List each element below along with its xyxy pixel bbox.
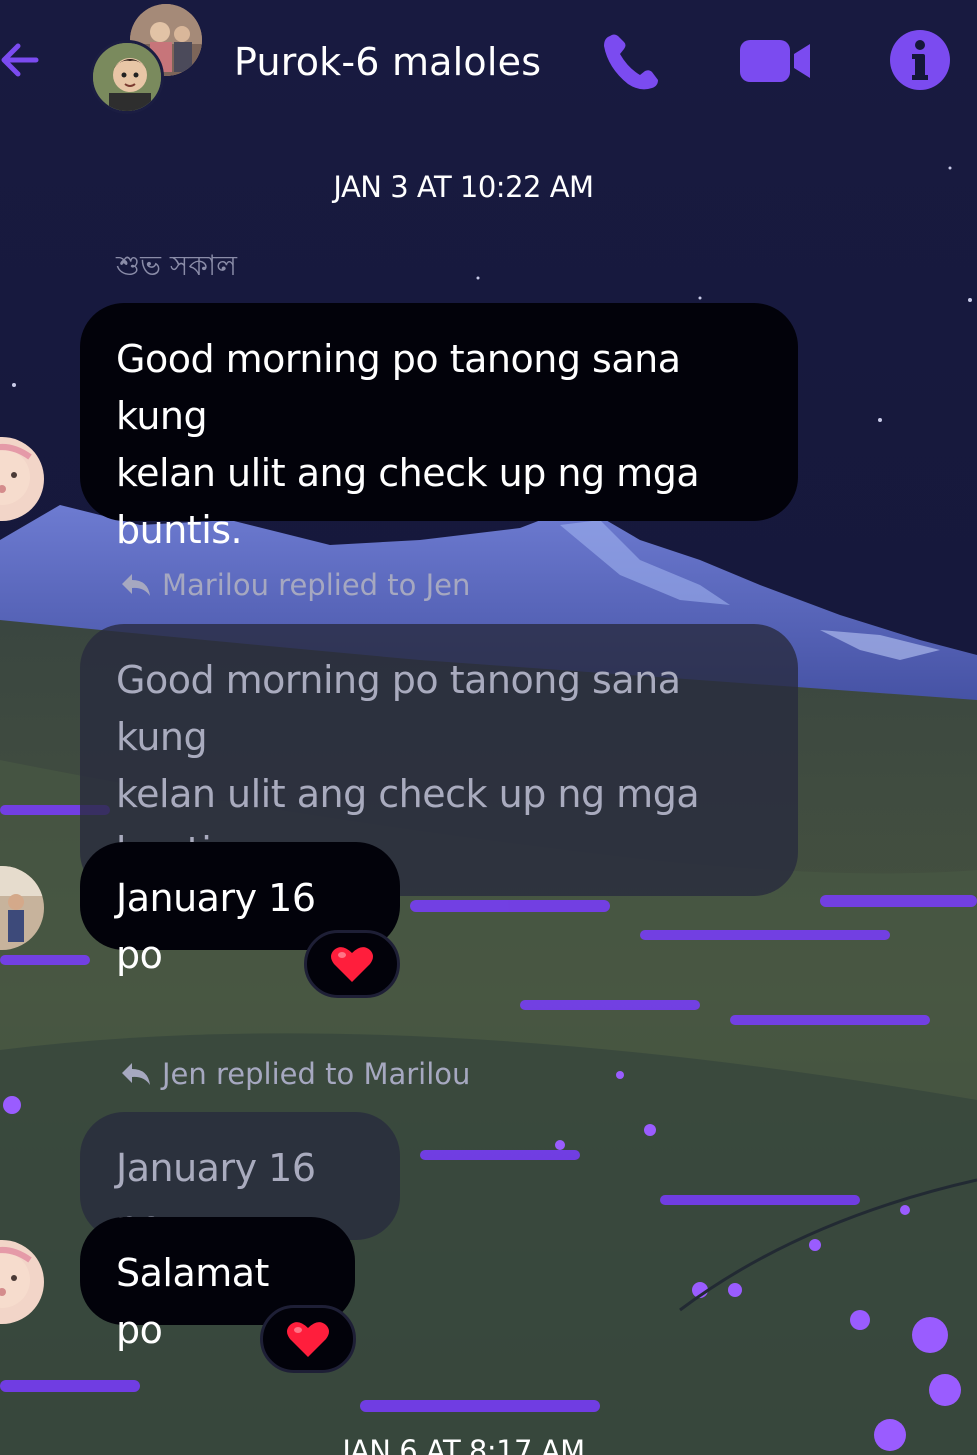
reply-label-1: Marilou replied to Jen (120, 568, 470, 602)
info-icon[interactable] (888, 28, 952, 92)
timestamp-1: JAN 3 AT 10:22 AM (333, 170, 594, 204)
video-camera-icon[interactable] (738, 36, 814, 86)
heart-icon (331, 947, 373, 982)
reply-arrow-icon (122, 574, 150, 596)
reply-label-2: Jen replied to Marilou (120, 1057, 470, 1091)
phone-icon[interactable] (600, 30, 664, 92)
reaction-heart-2[interactable] (260, 1305, 356, 1373)
back-arrow-icon[interactable] (0, 38, 40, 82)
reply-label-text: Marilou replied to Jen (162, 568, 471, 602)
sender-name: শুভ সকাল (116, 249, 237, 282)
heart-icon (287, 1322, 329, 1357)
timestamp-2: JAN 6 AT 8:17 AM (342, 1434, 585, 1455)
message-line: Good morning po tanong sana kung (116, 337, 681, 438)
member-avatar-2 (90, 40, 164, 114)
message-line: buntis. (116, 508, 243, 552)
reply-label-text: Jen replied to Marilou (162, 1057, 471, 1091)
message-bubble-1[interactable]: Good morning po tanong sana kung kelan u… (80, 303, 798, 552)
reply-arrow-icon (122, 1063, 150, 1085)
chat-title[interactable]: Purok-6 maloles (234, 40, 541, 84)
quoted-line: Good morning po tanong sana kung (116, 658, 681, 759)
message-line: kelan ulit ang check up ng mga (116, 451, 700, 495)
reaction-heart-1[interactable] (304, 930, 400, 998)
group-avatar[interactable] (90, 4, 205, 116)
chat-header: Purok-6 maloles (0, 0, 977, 125)
quoted-line: kelan ulit ang check up ng mga (116, 772, 700, 816)
